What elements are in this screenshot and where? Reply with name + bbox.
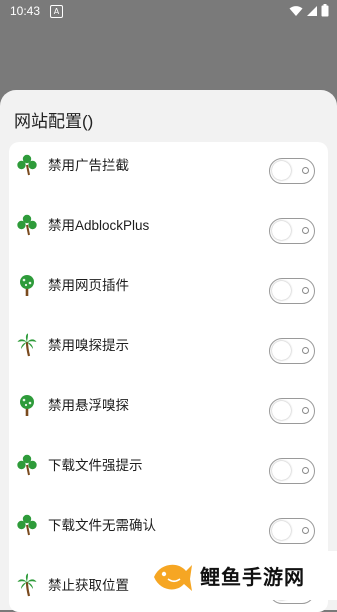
toggle-knob: [272, 221, 291, 240]
clover-icon: [17, 453, 37, 477]
toggle-off-indicator: [302, 166, 309, 174]
palm-tree-icon: [17, 333, 37, 357]
settings-row[interactable]: 禁用网页插件: [9, 262, 328, 322]
wifi-icon: [289, 5, 303, 16]
setting-toggle[interactable]: [269, 458, 315, 484]
setting-toggle[interactable]: [269, 158, 315, 184]
clover-icon: [17, 213, 37, 237]
toggle-off-indicator: [302, 526, 309, 534]
toggle-knob: [272, 401, 291, 420]
settings-row[interactable]: 禁用悬浮嗅探: [9, 382, 328, 442]
watermark-text: 鲤鱼手游网: [200, 565, 305, 589]
fish-logo-icon: [154, 564, 192, 591]
settings-row[interactable]: 下载文件强提示: [9, 442, 328, 502]
setting-label: 禁用AdblockPlus: [48, 218, 150, 233]
setting-toggle[interactable]: [269, 278, 315, 304]
settings-sheet: 网站配置() 禁用广告拦截禁用AdblockPlus 禁用网页插件 禁用嗅探提示 禁用…: [0, 90, 337, 612]
settings-row[interactable]: 禁用广告拦截: [9, 142, 328, 202]
status-bar: 10:43 A: [0, 0, 337, 24]
setting-label: 禁止获取位置: [48, 578, 129, 593]
status-time: 10:43: [10, 4, 41, 18]
toggle-knob: [272, 161, 291, 180]
setting-toggle[interactable]: [269, 518, 315, 544]
toggle-off-indicator: [302, 226, 309, 234]
toggle-off-indicator: [302, 346, 309, 354]
clover-icon: [17, 513, 37, 537]
settings-card: 禁用广告拦截 禁用AdblockPlus 禁用网页插件 禁用嗅探提示 禁用悬浮嗅探 下载文…: [9, 142, 328, 612]
setting-label: 禁用悬浮嗅探: [48, 398, 129, 413]
settings-row[interactable]: 禁用嗅探提示: [9, 322, 328, 382]
setting-toggle[interactable]: [269, 218, 315, 244]
toggle-off-indicator: [302, 286, 309, 294]
tree-icon: [17, 393, 37, 417]
setting-label: 禁用嗅探提示: [48, 338, 129, 353]
toggle-off-indicator: [302, 406, 309, 414]
clover-icon: [17, 153, 37, 177]
toggle-knob: [272, 461, 291, 480]
toggle-off-indicator: [302, 466, 309, 474]
setting-label: 下载文件强提示: [48, 458, 143, 473]
notification-icon: A: [50, 5, 63, 18]
watermark: 鲤鱼手游网: [150, 551, 337, 600]
setting-toggle[interactable]: [269, 338, 315, 364]
setting-label: 下载文件无需确认: [48, 518, 156, 533]
settings-row[interactable]: 禁用AdblockPlus: [9, 202, 328, 262]
status-icons: [289, 4, 329, 17]
battery-icon: [321, 4, 329, 17]
toggle-knob: [272, 281, 291, 300]
palm-tree-icon: [17, 573, 37, 597]
toggle-knob: [272, 341, 291, 360]
setting-label: 禁用广告拦截: [48, 158, 129, 173]
sheet-title: 网站配置(): [14, 112, 94, 131]
setting-toggle[interactable]: [269, 398, 315, 424]
signal-icon: [307, 5, 317, 16]
setting-label: 禁用网页插件: [48, 278, 129, 293]
toggle-knob: [272, 521, 291, 540]
tree-icon: [17, 273, 37, 297]
